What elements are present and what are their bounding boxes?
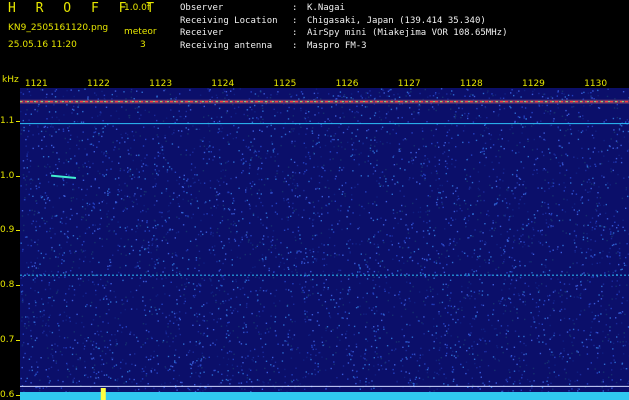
spectrogram-plot [20,88,629,400]
y-axis: 1.1 1.0 0.9 0.8 0.7 0.6 [0,88,20,400]
datetime-label: 25.05.16 11:20 [8,40,77,50]
noise-spike [100,388,106,400]
info-separator: : [292,3,298,13]
meteor-echo [50,174,77,180]
y-axis-unit: kHz [2,75,19,85]
version-label: 1.0.0f [124,3,151,13]
spectrogram-svg [20,88,629,400]
info-key: Receiving antenna [180,40,273,51]
info-value: Maspro FM-3 [307,40,367,51]
info-value: K.Nagai [307,3,345,13]
noise-texture [20,88,629,400]
info-value: AirSpy mini (Miakejima VOR 108.65MHz) [307,28,508,38]
filename-label: KN9_2505161120.png [8,23,109,33]
info-key: Observer [180,3,224,13]
noise-floor [20,392,629,400]
info-separator: : [292,15,298,26]
info-value: Chigasaki, Japan (139.414 35.340) [307,15,486,26]
info-key: Receiving Location [180,15,278,26]
header-panel: H R O F F T 1.0.0f KN9_2505161120.png me… [0,0,629,76]
detection-count: 3 [140,40,146,50]
info-key: Receiver [180,28,224,38]
info-separator: : [292,28,298,38]
info-separator: : [292,40,298,51]
mode-label: meteor [124,27,157,37]
